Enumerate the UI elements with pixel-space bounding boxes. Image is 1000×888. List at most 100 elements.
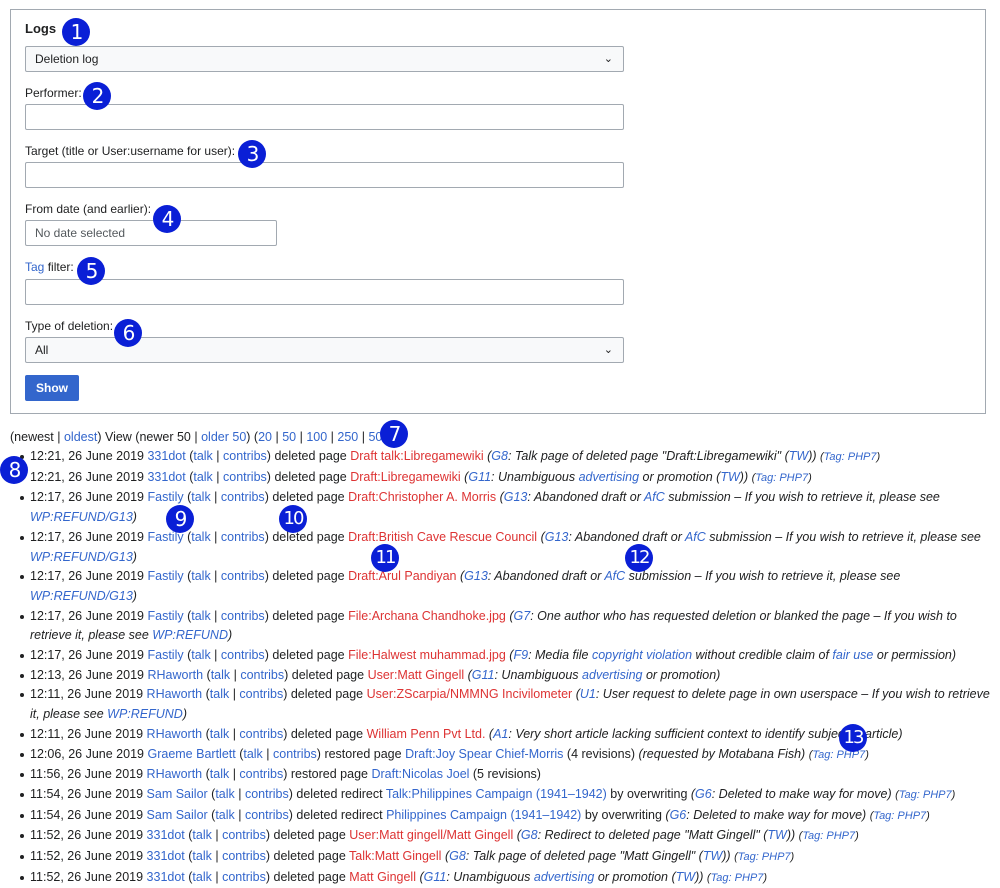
target-page-link[interactable]: Draft:Joy Spear Chief-Morris [405,747,563,761]
reason-link[interactable]: G6 [670,808,687,822]
talk-link[interactable]: talk [211,668,230,682]
nav-link-250[interactable]: 250 [337,430,358,444]
reason-link[interactable]: AfC [604,569,625,583]
user-link[interactable]: 331dot [147,470,185,484]
reason-link[interactable]: TW [789,449,808,463]
contribs-link[interactable]: contribs [223,449,267,463]
target-page-link[interactable]: File:Halwest muhammad.jpg [348,648,506,662]
contribs-link[interactable]: contribs [245,808,289,822]
user-link[interactable]: Sam Sailor [147,787,208,801]
reason-link[interactable]: G8 [449,849,466,863]
talk-link[interactable]: talk [191,648,210,662]
talk-link[interactable]: talk [193,449,212,463]
contribs-link[interactable]: contribs [221,569,265,583]
talk-link[interactable]: talk [210,687,229,701]
reason-link[interactable]: advertising [582,668,642,682]
reason-link[interactable]: G7 [514,609,531,623]
contribs-link[interactable]: contribs [222,828,266,842]
user-link[interactable]: Graeme Bartlett [147,747,235,761]
nav-link-50[interactable]: 50 [282,430,296,444]
talk-link[interactable]: talk [192,828,211,842]
reason-link[interactable]: WP:REFUND/G13 [30,510,133,524]
nav-link-oldest[interactable]: oldest [64,430,97,444]
contribs-link[interactable]: contribs [240,668,284,682]
contribs-link[interactable]: contribs [221,530,265,544]
talk-link[interactable]: talk [243,747,262,761]
target-page-link[interactable]: Draft:Arul Pandiyan [348,569,456,583]
contribs-link[interactable]: contribs [273,747,317,761]
target-page-link[interactable]: Draft:Christopher A. Morris [348,490,496,504]
contribs-link[interactable]: contribs [222,849,266,863]
reason-link[interactable]: WP:REFUND/G13 [30,550,133,564]
reason-link[interactable]: G11 [472,668,495,682]
contribs-link[interactable]: contribs [239,727,283,741]
reason-link[interactable]: G13 [545,530,569,544]
talk-link[interactable]: talk [215,787,234,801]
tag-link[interactable]: Tag: PHP7 [873,810,926,822]
reason-link[interactable]: TW [676,870,695,884]
user-link[interactable]: RHaworth [147,767,203,781]
contribs-link[interactable]: contribs [221,648,265,662]
user-link[interactable]: Fastily [147,569,183,583]
log-type-select[interactable]: Deletion log ⌄ [25,46,624,72]
reason-link[interactable]: TW [720,470,739,484]
reason-link[interactable]: G13 [504,490,528,504]
contribs-link[interactable]: contribs [239,767,283,781]
user-link[interactable]: 331dot [147,449,185,463]
tag-link[interactable]: Tag: PHP7 [824,451,877,463]
contribs-link[interactable]: contribs [245,787,289,801]
user-link[interactable]: Fastily [147,490,183,504]
reason-link[interactable]: AfC [644,490,665,504]
reason-link[interactable]: A1 [493,727,508,741]
show-button[interactable]: Show [25,375,79,401]
contribs-link[interactable]: contribs [221,609,265,623]
target-page-link[interactable]: Philippines Campaign (1941–1942) [386,808,581,822]
reason-link[interactable]: TW [703,849,722,863]
reason-link[interactable]: TW [767,828,786,842]
contribs-link[interactable]: contribs [223,470,267,484]
talk-link[interactable]: talk [191,530,210,544]
target-page-link[interactable]: Talk:Philippines Campaign (1941–1942) [386,787,607,801]
from-date-input[interactable]: No date selected [25,220,277,246]
target-page-link[interactable]: Matt Gingell [349,870,416,884]
user-link[interactable]: Fastily [147,609,183,623]
target-page-link[interactable]: William Penn Pvt Ltd. [367,727,486,741]
talk-link[interactable]: talk [210,727,229,741]
user-link[interactable]: Fastily [147,648,183,662]
reason-link[interactable]: WP:REFUND [107,707,183,721]
user-link[interactable]: 331dot [147,870,185,884]
user-link[interactable]: 331dot [147,828,185,842]
talk-link[interactable]: talk [191,609,210,623]
target-page-link[interactable]: Talk:Matt Gingell [349,849,441,863]
target-page-link[interactable]: User:Matt gingell/Matt Gingell [349,828,513,842]
user-link[interactable]: 331dot [147,849,185,863]
reason-link[interactable]: F9 [513,648,528,662]
user-link[interactable]: RHaworth [147,727,203,741]
performer-input[interactable] [25,104,624,130]
reason-link[interactable]: advertising [534,870,594,884]
nav-link-100[interactable]: 100 [306,430,327,444]
reason-link[interactable]: G11 [468,470,491,484]
tag-filter-input[interactable] [25,279,624,305]
talk-link[interactable]: talk [191,490,210,504]
talk-link[interactable]: talk [192,849,211,863]
target-page-link[interactable]: Draft:Libregamewiki [350,470,460,484]
reason-link[interactable]: copyright violation [592,648,692,662]
talk-link[interactable]: talk [192,870,211,884]
reason-link[interactable]: G11 [424,870,447,884]
nav-link-older-50[interactable]: older 50 [201,430,246,444]
tag-link[interactable]: Tag: PHP7 [711,872,764,884]
contribs-link[interactable]: contribs [239,687,283,701]
reason-link[interactable]: AfC [685,530,706,544]
talk-link[interactable]: talk [210,767,229,781]
reason-link[interactable]: G6 [695,787,712,801]
contribs-link[interactable]: contribs [221,490,265,504]
reason-link[interactable]: WP:REFUND/G13 [30,589,133,603]
tag-link[interactable]: Tag: PHP7 [802,830,855,842]
tag-link[interactable]: Tag: PHP7 [899,789,952,801]
talk-link[interactable]: talk [191,569,210,583]
target-page-link[interactable]: File:Archana Chandhoke.jpg [348,609,506,623]
reason-link[interactable]: advertising [579,470,639,484]
talk-link[interactable]: talk [215,808,234,822]
tag-link[interactable]: Tag: PHP7 [738,851,791,863]
